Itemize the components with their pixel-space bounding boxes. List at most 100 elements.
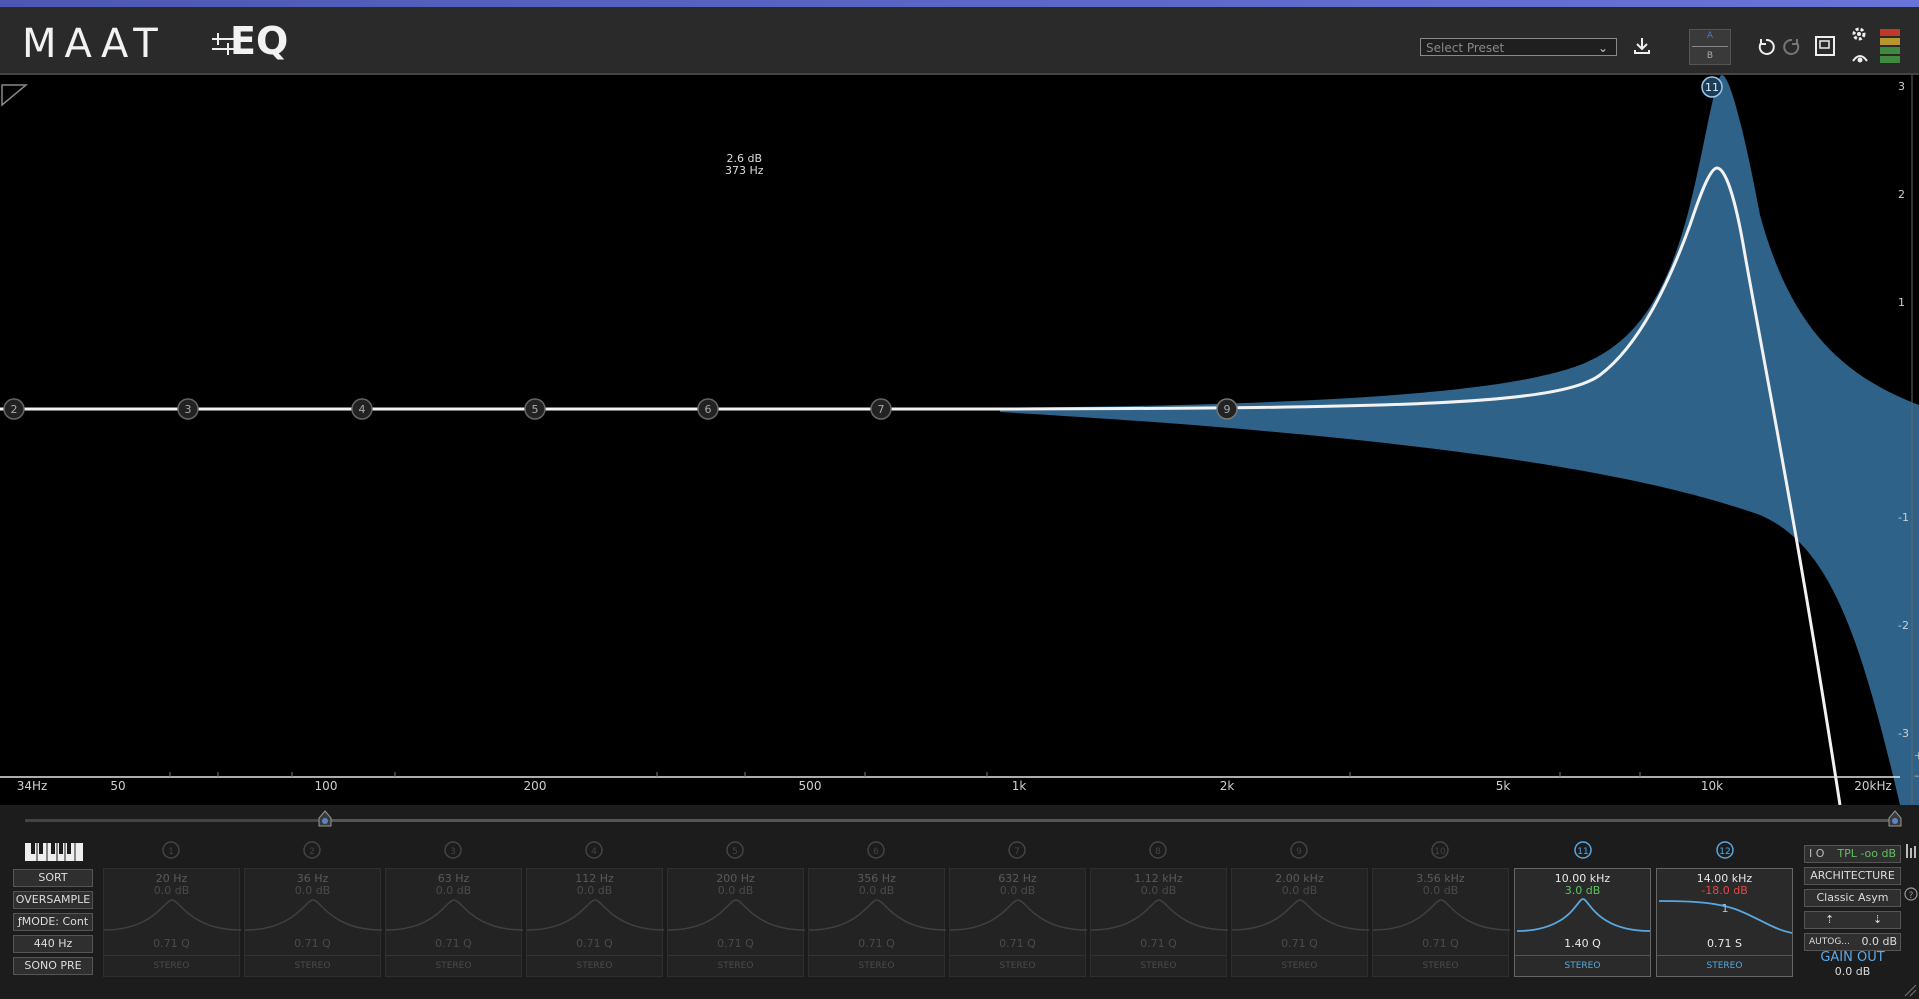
- sort-button[interactable]: SORT: [13, 869, 93, 887]
- band-12-power-icon[interactable]: 12: [1715, 840, 1735, 860]
- band-node-7-label: 7: [878, 403, 885, 416]
- eq-response-curve: [0, 166, 1842, 805]
- band-shape-icon: [104, 899, 241, 931]
- sono-pre-button[interactable]: SONO PRE: [13, 957, 93, 975]
- svg-text:1: 1: [168, 847, 174, 857]
- band-9-power-icon[interactable]: 9: [1289, 840, 1309, 860]
- band-5-power-icon[interactable]: 5: [725, 840, 745, 860]
- gain-out-control[interactable]: GAIN OUT 0.0 dB: [1804, 950, 1901, 978]
- band-q[interactable]: 0.71 Q: [1091, 937, 1226, 950]
- band-q[interactable]: 0.71 Q: [1373, 937, 1508, 950]
- band-mode[interactable]: STEREO: [1091, 955, 1226, 978]
- fmode-button[interactable]: ƒMODE: Cont: [13, 913, 93, 931]
- band-node-2-label: 2: [11, 403, 18, 416]
- band-node-3[interactable]: 3: [177, 398, 199, 420]
- help-icon[interactable]: ?: [1904, 887, 1918, 901]
- eye-icon[interactable]: [1852, 51, 1868, 65]
- corner-resize-icon[interactable]: [1, 84, 29, 107]
- autogain-value[interactable]: 0.0 dB: [1861, 934, 1897, 950]
- band-mode[interactable]: STEREO: [1373, 955, 1508, 978]
- band-10-card[interactable]: 3.56 kHz 0.0 dB 0.71 Q STEREO: [1372, 868, 1510, 978]
- band-q[interactable]: 0.71 Q: [668, 937, 803, 950]
- io-toggle-icon[interactable]: I O: [1809, 846, 1824, 862]
- band-q[interactable]: 0.71 Q: [245, 937, 380, 950]
- band-q[interactable]: 0.71 Q: [809, 937, 944, 950]
- band-2-power-icon[interactable]: 2: [302, 840, 322, 860]
- freq-label: 34Hz: [16, 779, 48, 793]
- band-12-card[interactable]: 14.00 kHz -18.0 dB 1 0.71 S STEREO: [1656, 868, 1793, 977]
- band-mode[interactable]: STEREO: [668, 955, 803, 978]
- eq-curve-display[interactable]: 2 3 4 5 6 7 9 11 + –: [0, 75, 1919, 805]
- band-11-power-icon[interactable]: 11: [1573, 840, 1593, 860]
- band-4-power-icon[interactable]: 4: [584, 840, 604, 860]
- band-6-power-icon[interactable]: 6: [866, 840, 886, 860]
- phase-down-icon[interactable]: ⇣: [1873, 912, 1882, 928]
- gain-out-value[interactable]: 0.0 dB: [1804, 965, 1901, 978]
- band-node-4[interactable]: 4: [351, 398, 373, 420]
- band-3-power-icon[interactable]: 3: [443, 840, 463, 860]
- range-slider-handle-right[interactable]: [1888, 810, 1902, 828]
- band-1-card[interactable]: 20 Hz 0.0 dB 0.71 Q STEREO: [103, 868, 241, 978]
- band-4-card[interactable]: 112 Hz 0.0 dB 0.71 Q STEREO: [526, 868, 664, 978]
- band-node-6[interactable]: 6: [697, 398, 719, 420]
- tooltip-freq: 373 Hz: [725, 164, 764, 177]
- freq-label: 10k: [1700, 779, 1724, 793]
- band-6-card[interactable]: 356 Hz 0.0 dB 0.71 Q STEREO: [808, 868, 946, 978]
- band-q[interactable]: 0.71 Q: [104, 937, 239, 950]
- undo-icon[interactable]: [1757, 38, 1775, 56]
- autogain-control[interactable]: AUTOG... 0.0 dB: [1804, 933, 1901, 951]
- band-1-power-icon[interactable]: 1: [161, 840, 181, 860]
- download-icon[interactable]: [1633, 37, 1651, 55]
- band-7-power-icon[interactable]: 7: [1007, 840, 1027, 860]
- band-node-9[interactable]: 9: [1216, 398, 1238, 420]
- range-slider-handle-left[interactable]: [318, 810, 332, 828]
- architecture-label: ARCHITECTURE: [1804, 867, 1901, 885]
- band-node-2[interactable]: 2: [3, 398, 25, 420]
- band-node-7[interactable]: 7: [870, 398, 892, 420]
- band-11-card[interactable]: 10.00 kHz 3.0 dB 1.40 Q STEREO: [1514, 868, 1651, 977]
- band-5-card[interactable]: 200 Hz 0.0 dB 0.71 Q STEREO: [667, 868, 805, 978]
- piano-icon[interactable]: [25, 843, 83, 861]
- reference-pitch-button[interactable]: 440 Hz: [13, 935, 93, 953]
- window-resize-icon[interactable]: [1903, 983, 1917, 997]
- band-mode[interactable]: STEREO: [1657, 955, 1792, 978]
- oversample-button[interactable]: OVERSAMPLE: [13, 891, 93, 909]
- band-10-power-icon[interactable]: 10: [1430, 840, 1450, 860]
- band-q[interactable]: 0.71 Q: [386, 937, 521, 950]
- band-8-card[interactable]: 1.12 kHz 0.0 dB 0.71 Q STEREO: [1090, 868, 1228, 978]
- band-mode[interactable]: STEREO: [527, 955, 662, 978]
- phase-up-icon[interactable]: ⇡: [1825, 912, 1834, 928]
- band-q[interactable]: 0.71 Q: [950, 937, 1085, 950]
- band-mode[interactable]: STEREO: [245, 955, 380, 978]
- architecture-select[interactable]: Classic Asym: [1804, 889, 1901, 907]
- zoom-out-icon[interactable]: –: [1914, 769, 1919, 782]
- ab-compare-toggle[interactable]: A B: [1689, 29, 1731, 65]
- band-q[interactable]: 0.71 S: [1657, 937, 1792, 950]
- band-7-card[interactable]: 632 Hz 0.0 dB 0.71 Q STEREO: [949, 868, 1087, 978]
- band-mode[interactable]: STEREO: [1232, 955, 1367, 978]
- band-q[interactable]: 1.40 Q: [1515, 937, 1650, 950]
- meter-toggle-icon[interactable]: [1905, 842, 1917, 862]
- preset-select[interactable]: Select Preset ⌄: [1420, 38, 1617, 56]
- true-peak-readout: I O TPL -oo dB: [1804, 845, 1901, 863]
- zoom-in-icon[interactable]: +: [1914, 749, 1919, 762]
- band-mode[interactable]: STEREO: [809, 955, 944, 978]
- band-8-power-icon[interactable]: 8: [1148, 840, 1168, 860]
- band-mode[interactable]: STEREO: [950, 955, 1085, 978]
- ab-b-label: B: [1706, 51, 1714, 61]
- db-label: 2: [1898, 188, 1905, 201]
- manual-icon[interactable]: [1815, 36, 1835, 56]
- header-bar: MAAT EQ Select Preset ⌄ A B: [0, 7, 1919, 75]
- band-2-card[interactable]: 36 Hz 0.0 dB 0.71 Q STEREO: [244, 868, 382, 978]
- gear-icon[interactable]: [1850, 25, 1868, 43]
- band-9-card[interactable]: 2.00 kHz 0.0 dB 0.71 Q STEREO: [1231, 868, 1369, 978]
- band-q[interactable]: 0.71 Q: [527, 937, 662, 950]
- band-q[interactable]: 0.71 Q: [1232, 937, 1367, 950]
- band-3-card[interactable]: 63 Hz 0.0 dB 0.71 Q STEREO: [385, 868, 523, 978]
- band-mode[interactable]: STEREO: [104, 955, 239, 978]
- band-node-5[interactable]: 5: [524, 398, 546, 420]
- band-mode[interactable]: STEREO: [1515, 955, 1650, 978]
- redo-icon[interactable]: [1783, 38, 1801, 56]
- band-mode[interactable]: STEREO: [386, 955, 521, 978]
- band-node-11[interactable]: 11: [1701, 76, 1723, 98]
